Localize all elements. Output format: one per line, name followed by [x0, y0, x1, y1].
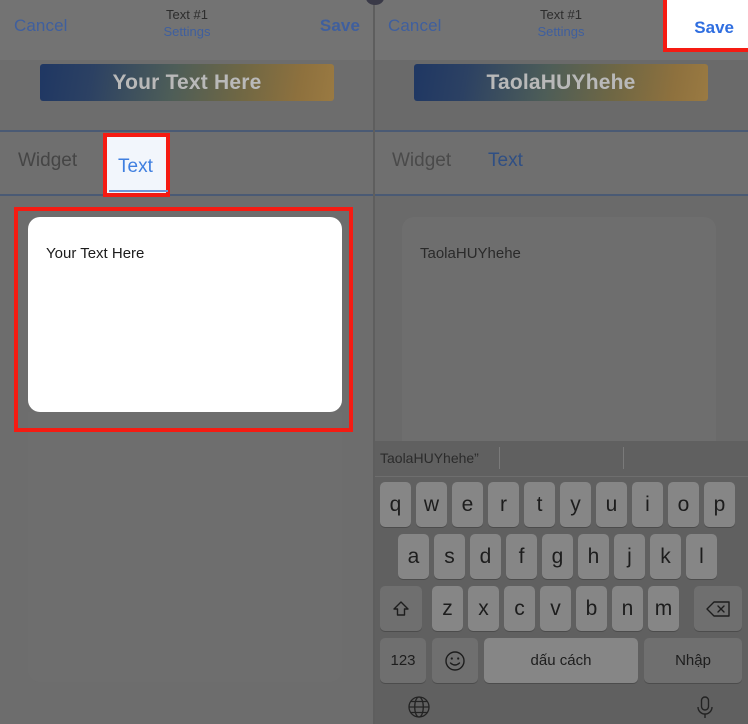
- tab-widget-right[interactable]: Widget: [392, 150, 451, 172]
- key-d[interactable]: d: [470, 534, 501, 579]
- key-h[interactable]: h: [578, 534, 609, 579]
- left-tab-bar: Widget Text: [0, 130, 374, 196]
- key-x[interactable]: x: [468, 586, 499, 631]
- key-g[interactable]: g: [542, 534, 573, 579]
- keyboard-row-2: asdfghjkl: [374, 534, 748, 579]
- left-banner-zone: Your Text Here: [0, 60, 374, 130]
- key-y[interactable]: y: [560, 482, 591, 527]
- key-k[interactable]: k: [650, 534, 681, 579]
- key-e[interactable]: e: [452, 482, 483, 527]
- key-f[interactable]: f: [506, 534, 537, 579]
- widget-preview-banner[interactable]: Your Text Here: [40, 64, 334, 101]
- keyboard-bottom-row: [374, 690, 748, 724]
- numbers-key[interactable]: 123: [380, 638, 426, 683]
- emoji-key[interactable]: [432, 638, 478, 683]
- suggestion-bar: TaolaHUYhehe”: [374, 441, 748, 477]
- key-t[interactable]: t: [524, 482, 555, 527]
- highlight-text-tab-label: Text: [118, 156, 153, 177]
- enter-key[interactable]: Nhập: [644, 638, 742, 683]
- onscreen-keyboard: TaolaHUYhehe” qwertyuiop asdfghjkl z x c…: [374, 441, 748, 724]
- panel-divider: [373, 0, 375, 724]
- key-c[interactable]: c: [504, 586, 535, 631]
- widget-preview-text-right: TaolaHUYhehe: [486, 70, 636, 94]
- suggestion-divider-2: [623, 447, 624, 469]
- text-card-lower-body: [28, 412, 342, 682]
- right-tab-bar: Widget Text: [374, 130, 748, 196]
- save-button[interactable]: Save: [320, 16, 360, 36]
- key-i[interactable]: i: [632, 482, 663, 527]
- microphone-icon[interactable]: [692, 694, 718, 720]
- key-m[interactable]: m: [648, 586, 679, 631]
- nav-title-group: Text #1 Settings: [0, 6, 374, 41]
- suggestion-divider-1: [499, 447, 500, 469]
- globe-icon[interactable]: [406, 694, 432, 720]
- text-editor-value-right: TaolaHUYhehe: [420, 245, 521, 262]
- key-o[interactable]: o: [668, 482, 699, 527]
- key-s[interactable]: s: [434, 534, 465, 579]
- highlight-tab-underline: [109, 190, 168, 192]
- screenshot-root: Cancel Text #1 Settings Save Your Text H…: [0, 0, 748, 724]
- key-a[interactable]: a: [398, 534, 429, 579]
- left-card-area: Your Text Here: [0, 196, 374, 724]
- space-key[interactable]: dấu cách: [484, 638, 638, 683]
- right-panel: Cancel Text #1 Settings Save TaolaHUYheh…: [374, 0, 748, 724]
- key-l[interactable]: l: [686, 534, 717, 579]
- backspace-key[interactable]: [694, 586, 742, 631]
- keyboard-row-3: zxcvbnm: [374, 586, 748, 631]
- keyboard-row-1: qwertyuiop: [374, 482, 748, 527]
- text-editor-value: Your Text Here: [46, 245, 145, 262]
- key-b[interactable]: b: [576, 586, 607, 631]
- key-z[interactable]: z: [432, 586, 463, 631]
- tab-text-right[interactable]: Text: [488, 150, 523, 172]
- tab-widget[interactable]: Widget: [18, 150, 77, 172]
- shift-key[interactable]: [380, 586, 422, 631]
- left-nav-bar: Cancel Text #1 Settings Save: [0, 0, 374, 60]
- key-n[interactable]: n: [612, 586, 643, 631]
- backspace-icon: [706, 600, 730, 617]
- left-panel: Cancel Text #1 Settings Save Your Text H…: [0, 0, 374, 724]
- highlight-save-label: Save: [694, 18, 734, 37]
- shift-arrow-icon: [393, 600, 409, 616]
- highlight-save-button[interactable]: Save: [663, 0, 748, 52]
- key-w[interactable]: w: [416, 482, 447, 527]
- key-r[interactable]: r: [488, 482, 519, 527]
- keyboard-row-4: 123 dấu cách Nhập: [374, 638, 748, 683]
- text-editor-card[interactable]: Your Text Here: [28, 217, 342, 412]
- emoji-smiley-icon: [445, 650, 465, 671]
- highlight-text-tab[interactable]: Text: [103, 133, 170, 197]
- suggestion-item-0[interactable]: TaolaHUYhehe”: [380, 450, 479, 466]
- widget-preview-text: Your Text Here: [112, 70, 262, 94]
- right-banner-zone: TaolaHUYhehe: [374, 60, 748, 130]
- page-title: Text #1: [166, 7, 208, 22]
- key-v[interactable]: v: [540, 586, 571, 631]
- widget-preview-banner-right[interactable]: TaolaHUYhehe: [414, 64, 708, 101]
- key-j[interactable]: j: [614, 534, 645, 579]
- key-p[interactable]: p: [704, 482, 735, 527]
- key-q[interactable]: q: [380, 482, 411, 527]
- key-u[interactable]: u: [596, 482, 627, 527]
- page-subtitle: Settings: [163, 24, 211, 39]
